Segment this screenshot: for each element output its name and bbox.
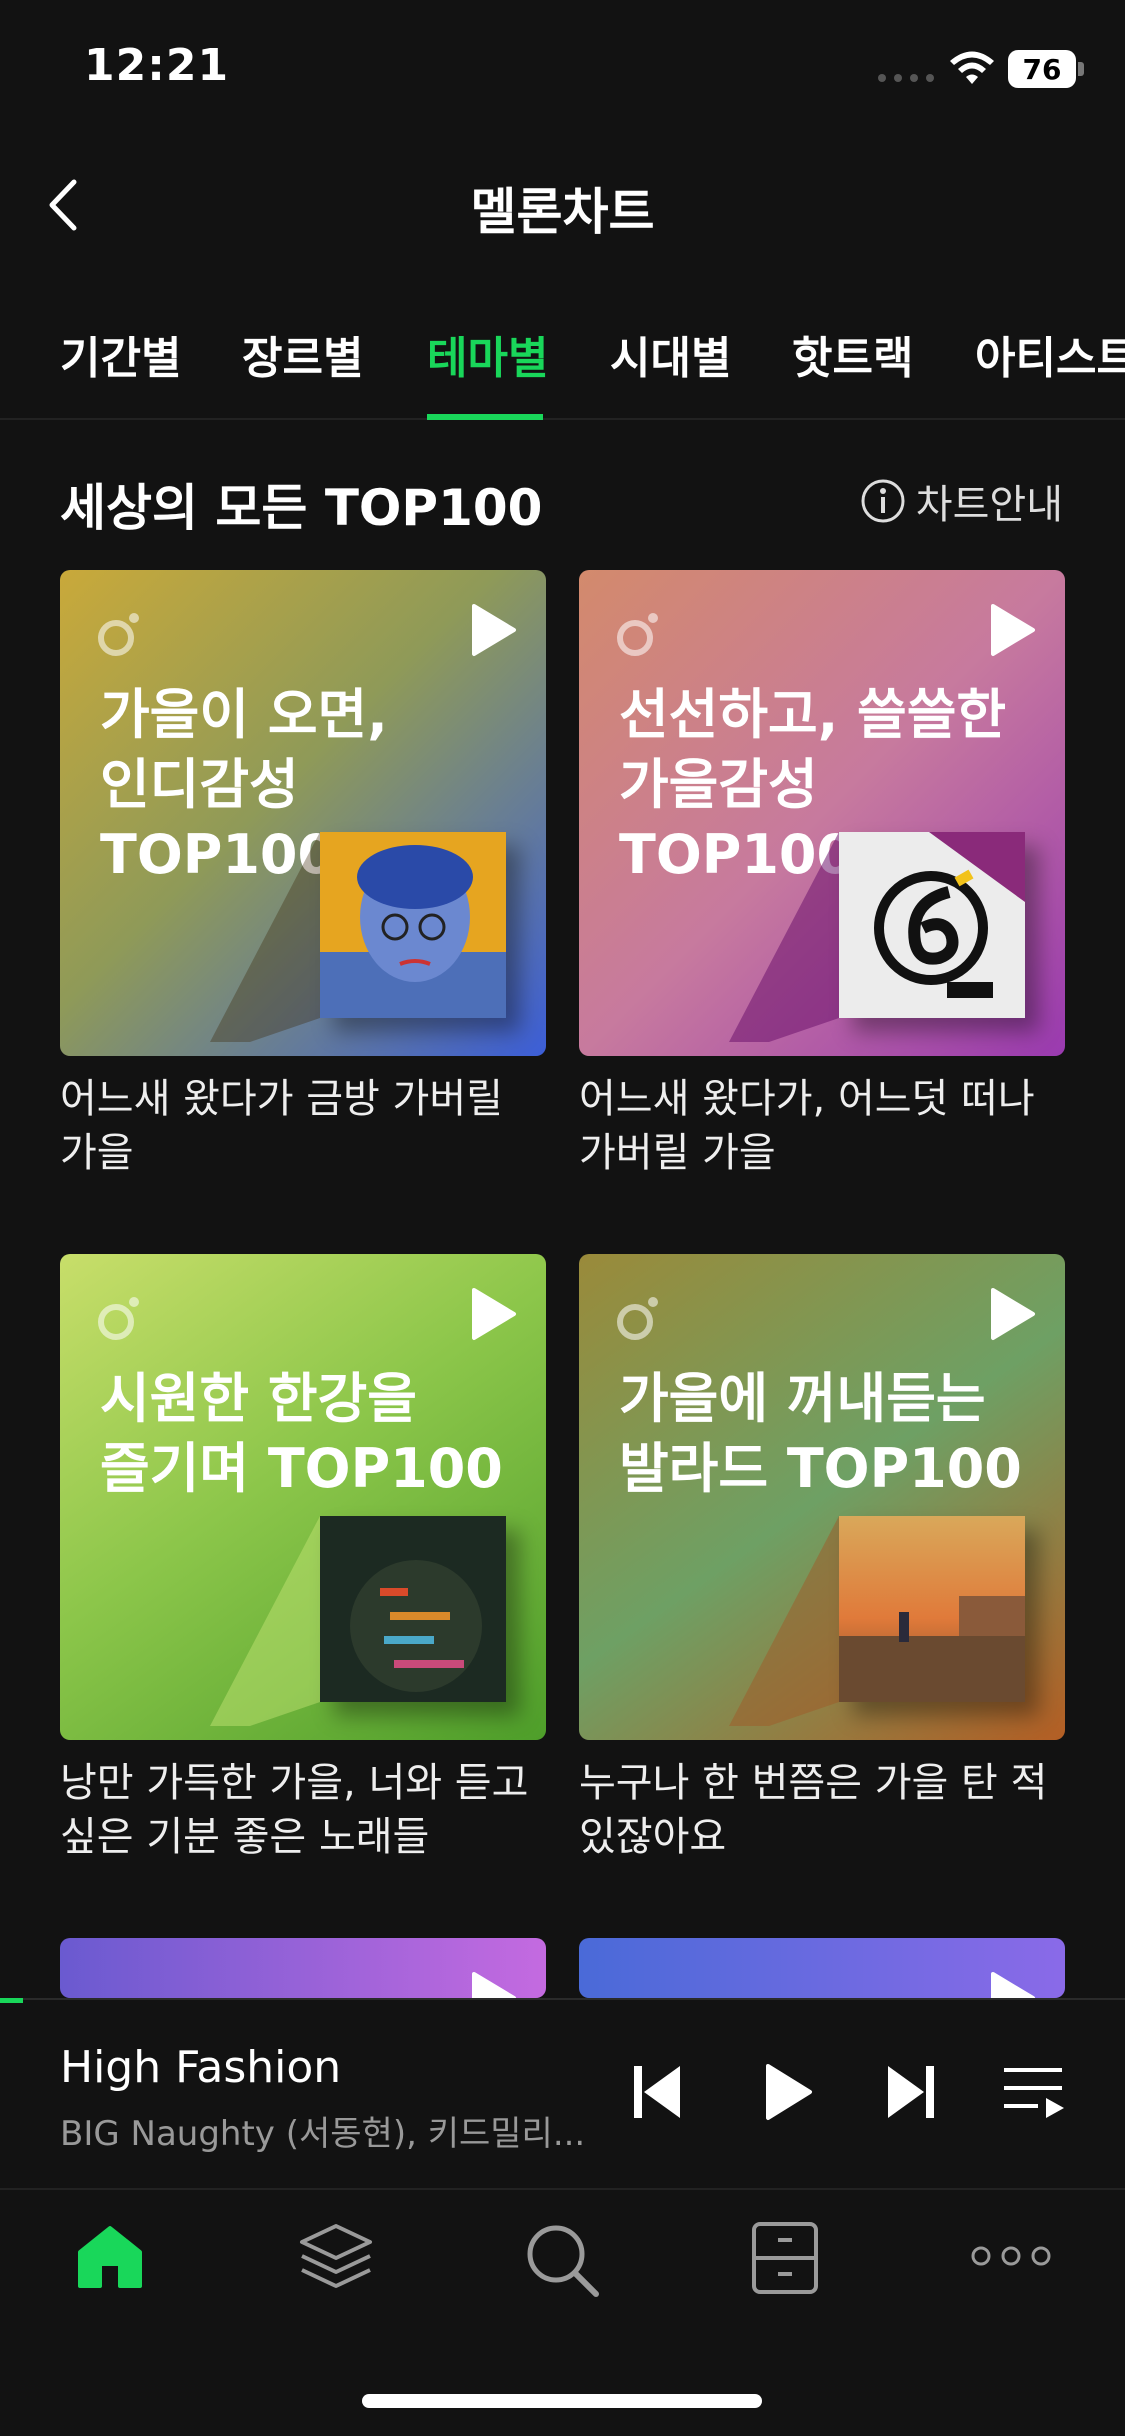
tab-bar: 기간별 장르별 테마별 시대별 핫트랙 아티스트: [0, 300, 1125, 420]
search-icon[interactable]: [522, 2220, 602, 2300]
album-cover: [839, 1516, 1025, 1702]
song-artist: BIG Naughty (서동현), 키드밀리...: [60, 2114, 586, 2154]
card-headline: 시원한 한강을 즐기며 TOP100: [100, 1367, 503, 1500]
tab-period[interactable]: 기간별: [60, 322, 181, 386]
section-title: 세상의 모든 TOP100: [60, 479, 543, 537]
playlist-card[interactable]: 선선하고, 쓸쓸한 가을감성 TOP100: [579, 570, 1065, 1056]
song-title: High Fashion: [60, 2042, 342, 2093]
card-description: 낭만 가득한 가을, 너와 듣고 싶은 기분 좋은 노래들: [60, 1760, 529, 1860]
cover-shadow: [729, 832, 839, 1042]
play-icon[interactable]: [468, 1286, 518, 1342]
layers-icon[interactable]: [296, 2220, 376, 2300]
card-headline: 가을에 꺼내듣는 발라드 TOP100: [619, 1367, 1022, 1500]
tab-theme[interactable]: 테마별: [427, 322, 548, 386]
chart-guide-button[interactable]: 차트안내: [860, 472, 1063, 530]
melon-logo-icon: [98, 613, 139, 656]
wifi-icon: [950, 51, 994, 84]
card-description: 누구나 한 번쯤은 가을 탄 적 있잖아요: [579, 1760, 1048, 1860]
play-icon[interactable]: [987, 1286, 1037, 1342]
playlist-card[interactable]: [60, 1938, 546, 1998]
battery-icon: 76: [1008, 50, 1076, 88]
album-cover: [320, 832, 506, 1018]
cover-shadow: [210, 832, 320, 1042]
album-cover: [320, 1516, 506, 1702]
play-icon[interactable]: [987, 602, 1037, 658]
album-cover: [839, 832, 1025, 1018]
status-time: 12:21: [84, 40, 230, 91]
card-description: 어느새 왔다가, 어느덧 떠나 가버릴 가을: [579, 1076, 1035, 1176]
melon-logo-icon: [617, 1297, 658, 1340]
playback-progress: [0, 1998, 23, 2003]
chart-guide-label: 차트안내: [915, 482, 1063, 528]
playlist-card[interactable]: [579, 1938, 1065, 1998]
cover-shadow: [210, 1516, 320, 1726]
tab-artist[interactable]: 아티스트: [975, 322, 1125, 386]
playlist-card[interactable]: 가을이 오면, 인디감성 TOP100: [60, 570, 546, 1056]
playlist-card[interactable]: 가을에 꺼내듣는 발라드 TOP100: [579, 1254, 1065, 1740]
info-icon: [861, 479, 905, 523]
previous-icon[interactable]: [628, 2060, 688, 2124]
melon-logo-icon: [98, 1297, 139, 1340]
tab-genre[interactable]: 장르별: [242, 322, 363, 386]
play-icon[interactable]: [987, 1970, 1037, 1998]
mini-player[interactable]: High Fashion BIG Naughty (서동현), 키드밀리...: [0, 1998, 1125, 2188]
playlist-card[interactable]: 시원한 한강을 즐기며 TOP100: [60, 1254, 546, 1740]
home-indicator: [362, 2394, 762, 2408]
home-icon[interactable]: [74, 2220, 146, 2292]
next-icon[interactable]: [880, 2060, 940, 2124]
more-icon[interactable]: [970, 2244, 1052, 2268]
cover-shadow: [729, 1516, 839, 1726]
active-tab-indicator: [427, 414, 543, 420]
library-icon[interactable]: [750, 2220, 820, 2296]
tab-hottrack[interactable]: 핫트랙: [792, 322, 913, 386]
tab-era[interactable]: 시대별: [610, 322, 731, 386]
playlist-icon[interactable]: [1002, 2060, 1066, 2124]
signal-icon: [878, 74, 934, 82]
melon-logo-icon: [617, 613, 658, 656]
page-title: 멜론차트: [470, 183, 655, 241]
play-icon[interactable]: [468, 602, 518, 658]
play-icon[interactable]: [758, 2060, 818, 2124]
play-icon[interactable]: [468, 1970, 518, 1998]
battery-tip: [1078, 62, 1084, 76]
status-bar: 12:21 76: [0, 0, 1125, 140]
card-description: 어느새 왔다가 금방 가버릴 가을: [60, 1076, 503, 1176]
